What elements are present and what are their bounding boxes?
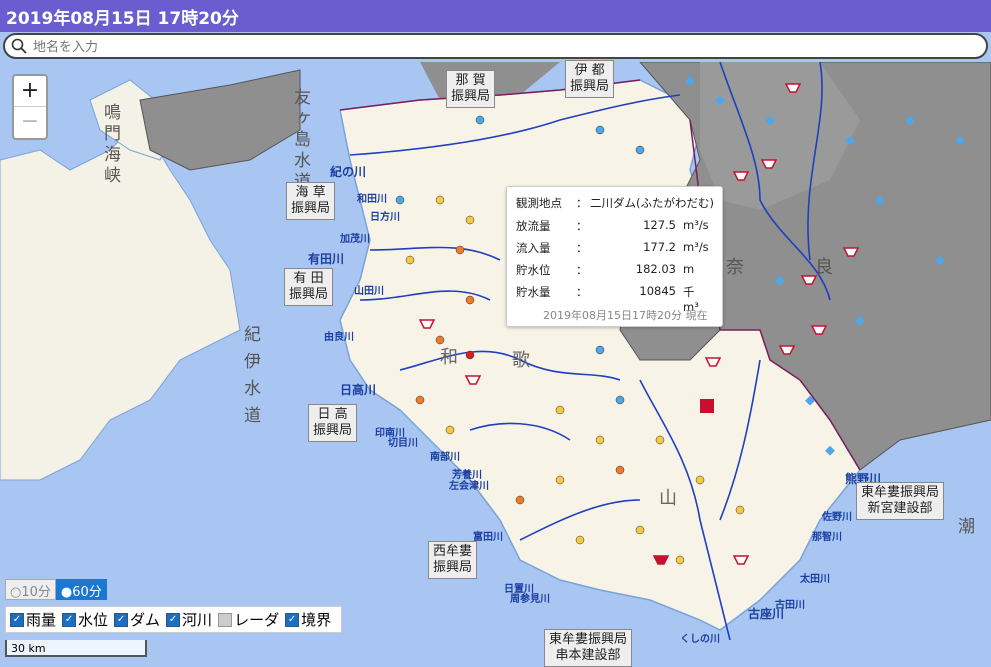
futagawa-dam-selected [700, 399, 714, 413]
layer-radar-checkbox[interactable]: レーダ [218, 609, 279, 630]
layer-river-checkbox[interactable]: ✓ 河川 [166, 609, 212, 630]
river-label: 日方川 [370, 212, 400, 223]
land-label: 奈 [726, 257, 744, 278]
period-option-10min[interactable]: ○10分 [5, 579, 56, 600]
sea-label: 友ヶ島水道 [290, 88, 310, 193]
river-label: 富田川 [473, 532, 503, 543]
sea-label: 潮 [958, 517, 975, 537]
office-label-shingu[interactable]: 東牟婁振興局 新宮建設部 [856, 482, 945, 520]
period-option-60min[interactable]: ●60分 [55, 579, 107, 600]
layer-toggles: ✓ 雨量 ✓ 水位 ✓ ダム ✓ 河川 レーダ ✓ 境界 [5, 606, 343, 633]
river-label: 太田川 [800, 574, 830, 585]
river-label: 周参見川 [510, 594, 550, 605]
layer-rain-checkbox[interactable]: ✓ 雨量 [10, 609, 56, 630]
search-icon [11, 38, 27, 58]
river-label: 加茂川 [340, 234, 370, 245]
search-bar[interactable] [3, 33, 988, 59]
header-bar: 2019年08月15日 17時20分 [0, 0, 991, 32]
office-label-nishimuro[interactable]: 西牟婁 振興局 [428, 541, 478, 579]
sea-label: 鳴門海峡 [100, 103, 120, 187]
river-label: 日高川 [340, 383, 377, 397]
river-label: 左会津川 [449, 481, 489, 492]
scale-bar: 30 km [5, 640, 147, 657]
layer-dam-checkbox[interactable]: ✓ ダム [114, 609, 160, 630]
checkbox-icon: ✓ [285, 612, 300, 627]
dam-info-popup: 観測地点 ： 二川ダム(ふたがわだむ) 放流量 ： 127.5 m³/s 流入量… [506, 186, 723, 327]
land-label: 歌 [512, 350, 530, 371]
river-label: 山田川 [354, 286, 384, 297]
zoom-out-button[interactable]: − [14, 106, 46, 137]
sea-label: 紀伊水道 [240, 325, 260, 433]
layer-boundary-checkbox[interactable]: ✓ 境界 [285, 609, 331, 630]
river-label: 佐野川 [822, 512, 852, 523]
popup-timestamp: 2019年08月15日17時20分 現在 [543, 309, 708, 322]
office-label-arida[interactable]: 有 田振興局 [284, 268, 334, 306]
land-label: 山 [659, 488, 677, 509]
land-label: 良 [815, 257, 833, 278]
checkbox-icon: ✓ [62, 612, 77, 627]
river-label: 由良川 [324, 332, 354, 343]
checkbox-icon [218, 612, 233, 627]
period-selector: ○10分 ●60分 [5, 579, 107, 600]
office-label-ito[interactable]: 伊 都振興局 [565, 60, 615, 98]
checkbox-icon: ✓ [10, 612, 24, 627]
river-label: くしの川 [680, 634, 720, 645]
checkbox-icon: ✓ [114, 612, 129, 627]
zoom-control: + − [12, 74, 48, 140]
checkbox-icon: ✓ [166, 612, 181, 627]
land-label: 和 [440, 347, 458, 368]
layer-water-level-checkbox[interactable]: ✓ 水位 [62, 609, 108, 630]
river-label: 古田川 [775, 600, 805, 611]
map-canvas[interactable] [0, 62, 991, 662]
zoom-in-button[interactable]: + [14, 76, 46, 106]
office-label-hidaka[interactable]: 日 高振興局 [308, 404, 358, 442]
office-label-kushimoto[interactable]: 東牟婁振興局 串本建設部 [544, 629, 633, 667]
office-label-naga[interactable]: 那 賀振興局 [446, 70, 496, 108]
river-label: 南部川 [430, 452, 460, 463]
river-label: 有田川 [308, 252, 345, 266]
datetime-title: 2019年08月15日 17時20分 [6, 9, 239, 29]
river-label: 和田川 [357, 194, 387, 205]
river-label: 紀の川 [330, 165, 367, 179]
office-label-kaiso[interactable]: 海 草振興局 [286, 182, 336, 220]
search-input[interactable] [31, 37, 935, 57]
river-label: 切目川 [388, 438, 418, 449]
river-label: 那智川 [812, 532, 842, 543]
